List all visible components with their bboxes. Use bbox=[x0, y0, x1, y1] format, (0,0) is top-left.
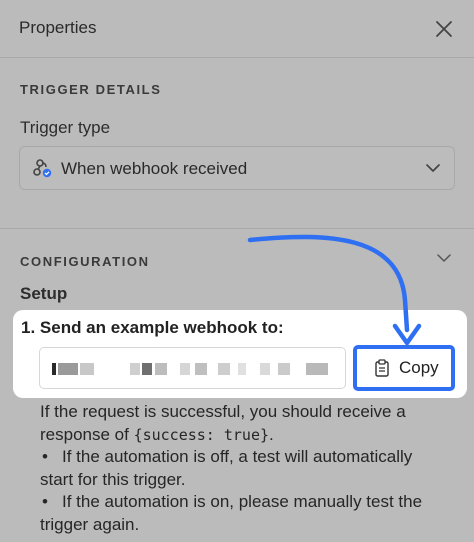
bullet-1-line-2: start for this trigger. bbox=[40, 469, 186, 489]
redacted-url bbox=[58, 363, 78, 375]
clipboard-icon bbox=[375, 359, 389, 377]
redacted-url bbox=[130, 363, 140, 375]
close-icon[interactable] bbox=[432, 17, 456, 41]
copy-button-label: Copy bbox=[399, 358, 439, 377]
bullet-2-line-2: trigger again. bbox=[40, 514, 140, 534]
list-item: If the automation is off, a test will au… bbox=[40, 446, 460, 469]
redacted-url bbox=[52, 363, 56, 375]
trigger-details-heading: TRIGGER DETAILS bbox=[20, 82, 162, 97]
list-item: If the automation is on, please manually… bbox=[40, 491, 460, 514]
redacted-url bbox=[278, 363, 290, 375]
redacted-url bbox=[80, 363, 94, 375]
redacted-url bbox=[306, 363, 328, 375]
redacted-url bbox=[260, 363, 270, 375]
chevron-down-icon bbox=[426, 164, 440, 172]
bullet-1-line-1: If the automation is off, a test will au… bbox=[62, 447, 413, 466]
redacted-url bbox=[218, 363, 230, 375]
info-line-2-suffix: . bbox=[269, 424, 274, 444]
panel-header: Properties bbox=[0, 0, 474, 58]
setup-label: Setup bbox=[20, 284, 68, 303]
redacted-url bbox=[180, 363, 190, 375]
copy-button[interactable]: Copy bbox=[353, 345, 455, 391]
configuration-heading: CONFIGURATION bbox=[20, 254, 150, 269]
chevron-down-icon[interactable] bbox=[435, 251, 453, 265]
webhook-url-field[interactable] bbox=[39, 347, 346, 389]
step-label: 1. Send an example webhook to: bbox=[21, 318, 284, 337]
info-line-1: If the request is successful, you should… bbox=[40, 402, 406, 421]
trigger-type-select[interactable]: When webhook received bbox=[19, 146, 455, 190]
trigger-type-value: When webhook received bbox=[61, 159, 248, 178]
webhook-url-card: 1. Send an example webhook to: Copy bbox=[13, 310, 467, 398]
trigger-type-label: Trigger type bbox=[20, 118, 111, 137]
redacted-url bbox=[155, 363, 167, 375]
instructions: If the request is successful, you should… bbox=[40, 401, 460, 536]
info-line-2: response of {success: true}. bbox=[40, 424, 460, 447]
redacted-url bbox=[142, 363, 152, 375]
webhook-icon bbox=[33, 159, 52, 178]
redacted-url bbox=[238, 363, 246, 375]
info-line-2-prefix: response of bbox=[40, 424, 134, 444]
panel-title: Properties bbox=[19, 18, 97, 37]
bullet-2-line-1: If the automation is on, please manually… bbox=[62, 492, 423, 511]
section-divider bbox=[0, 228, 474, 229]
redacted-url bbox=[195, 363, 207, 375]
success-response-code: {success: true} bbox=[133, 425, 270, 444]
